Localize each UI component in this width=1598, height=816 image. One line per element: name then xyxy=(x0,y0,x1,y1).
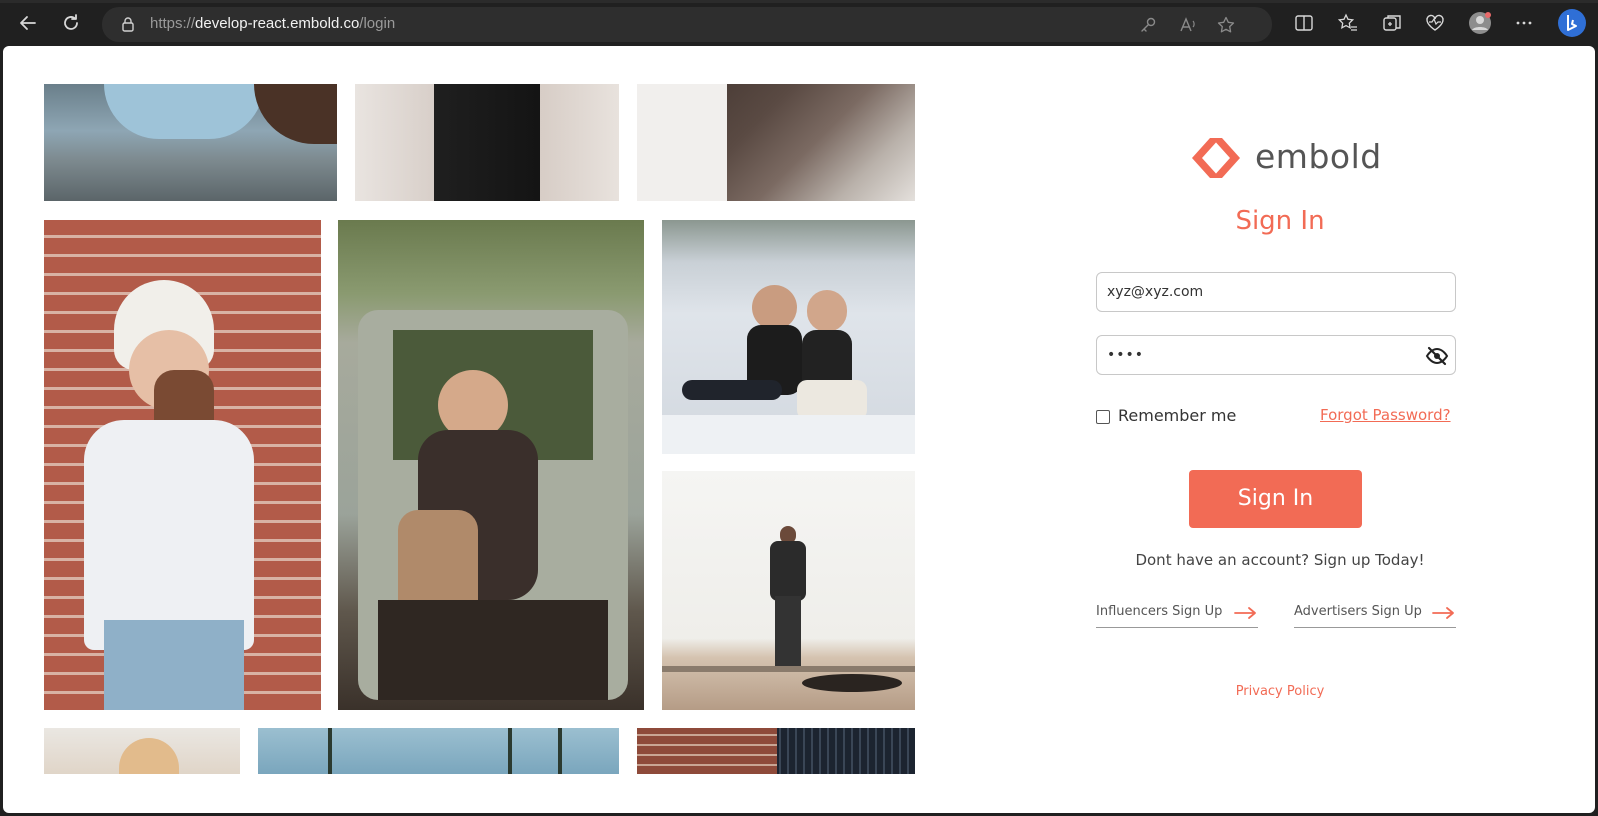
signup-prompt: Dont have an account? Sign up Today! xyxy=(1135,551,1425,569)
address-bar[interactable]: https://develop-react.embold.co/login xyxy=(102,7,1272,42)
photo-bottom-right xyxy=(637,728,915,774)
arrow-right-icon xyxy=(1432,607,1454,619)
forgot-password-link[interactable]: Forgot Password? xyxy=(1320,406,1451,424)
email-field[interactable]: xyz@xyz.com xyxy=(1096,272,1456,312)
browser-essentials-icon[interactable] xyxy=(1424,12,1446,34)
tab-strip-edge xyxy=(0,0,1598,3)
brand-name: embold xyxy=(1255,137,1382,176)
reload-button[interactable] xyxy=(56,8,86,38)
photo-bottom-left xyxy=(44,728,240,774)
lock-icon xyxy=(122,17,134,32)
influencers-signup-link[interactable]: Influencers Sign Up xyxy=(1096,604,1258,628)
url-text: https://develop-react.embold.co/login xyxy=(150,15,396,32)
back-arrow-icon xyxy=(20,16,36,30)
key-icon[interactable] xyxy=(1138,15,1158,35)
sign-in-button[interactable]: Sign In xyxy=(1189,470,1362,528)
more-options-icon[interactable] xyxy=(1513,12,1535,34)
arrow-right-icon xyxy=(1234,607,1256,619)
page-title: Sign In xyxy=(1235,206,1325,236)
favorites-icon[interactable] xyxy=(1337,12,1359,34)
back-button[interactable] xyxy=(13,8,43,38)
photo-top-left xyxy=(44,84,337,201)
embold-logo-icon xyxy=(1192,138,1240,178)
browser-toolbar: https://develop-react.embold.co/login xyxy=(0,0,1598,46)
advertisers-signup-label: Advertisers Sign Up xyxy=(1294,604,1422,619)
photo-woman-in-van xyxy=(338,220,644,710)
reload-icon xyxy=(64,14,78,30)
photo-woman-brick-wall xyxy=(44,220,321,710)
profile-avatar-icon[interactable] xyxy=(1468,11,1492,35)
photo-bottom-middle xyxy=(258,728,619,774)
photo-top-middle xyxy=(355,84,619,201)
read-aloud-icon[interactable] xyxy=(1178,15,1198,35)
influencers-signup-label: Influencers Sign Up xyxy=(1096,604,1223,619)
bing-copilot-icon[interactable] xyxy=(1557,8,1587,38)
collections-icon[interactable] xyxy=(1381,12,1403,34)
split-screen-icon[interactable] xyxy=(1293,12,1315,34)
photo-two-women-sitting xyxy=(662,220,915,454)
favorite-star-icon[interactable] xyxy=(1216,15,1236,35)
password-field[interactable]: •••• xyxy=(1096,335,1456,375)
privacy-policy-link[interactable]: Privacy Policy xyxy=(1100,684,1460,699)
photo-top-right xyxy=(637,84,915,201)
advertisers-signup-link[interactable]: Advertisers Sign Up xyxy=(1294,604,1456,628)
photo-man-with-camera xyxy=(662,471,915,710)
hide-password-icon[interactable] xyxy=(1425,344,1449,368)
remember-me-label: Remember me xyxy=(1118,406,1237,425)
remember-me-checkbox[interactable] xyxy=(1096,410,1110,424)
